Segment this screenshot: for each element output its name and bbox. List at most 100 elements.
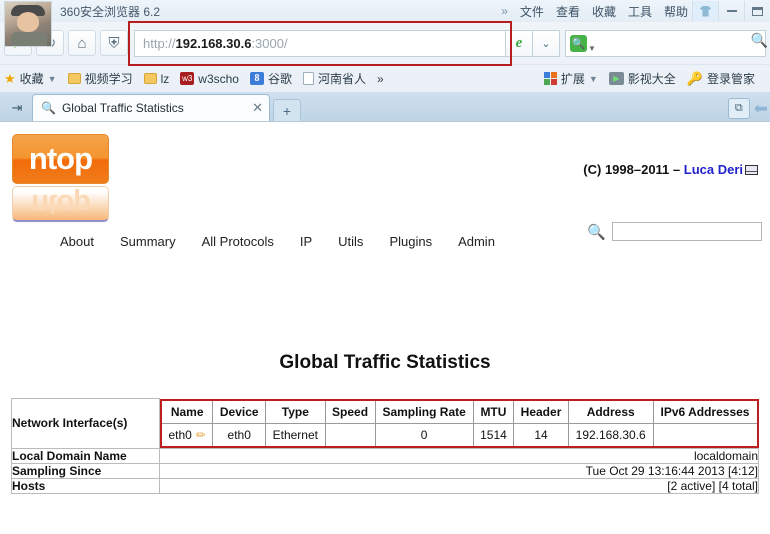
address-bar[interactable]: http://192.168.30.6:3000/ <box>134 29 506 57</box>
interfaces-cell: Name Device Type Speed Sampling Rate MTU… <box>160 398 759 449</box>
ntop-logo[interactable]: ntop ntop <box>12 134 128 222</box>
restore-tab-button[interactable]: ⧉ <box>727 98 750 119</box>
star-icon: ★ <box>4 70 16 86</box>
nav-admin[interactable]: Admin <box>458 234 495 249</box>
folder-icon <box>67 73 81 84</box>
search-submit-icon[interactable]: 🔍 <box>751 32 768 49</box>
bookmark-label: lz <box>160 71 170 86</box>
table-row-hosts: Hosts [2 active] [4 total] <box>11 477 759 494</box>
bookmarks-bar-right: 扩展 ▼ ▶ 影视大全 🔑 登录管家 <box>543 70 766 87</box>
skin-button[interactable] <box>692 1 718 21</box>
bookmarks-overflow[interactable]: » <box>377 72 384 86</box>
table-header-row: Name Device Type Speed Sampling Rate MTU… <box>160 399 759 424</box>
author-link[interactable]: Luca Deri <box>684 162 743 177</box>
tab-global-traffic-statistics[interactable]: 🔍 Global Traffic Statistics ✕ <box>32 94 270 121</box>
browser-search-box[interactable]: 🔍 ▼ <box>565 29 766 57</box>
search-icon: 🔍 <box>570 34 587 52</box>
nav-about[interactable]: About <box>60 234 94 249</box>
url-rest: :3000/ <box>251 35 288 51</box>
bookmark-google[interactable]: 8 谷歌 <box>249 70 292 87</box>
compatibility-mode-button[interactable]: e <box>506 29 533 57</box>
address-dropdown-button[interactable]: ⌄ <box>533 29 560 57</box>
new-tab-button[interactable]: + <box>273 99 301 121</box>
mail-icon[interactable] <box>745 165 758 175</box>
copyright-prefix: (C) 1998–2011 – <box>583 162 684 177</box>
title-menu: » 文件 查看 收藏 工具 帮助 <box>501 3 692 20</box>
movies-label: 影视大全 <box>627 72 676 86</box>
cell-device: eth0 <box>212 422 267 447</box>
close-icon[interactable]: ✕ <box>244 100 263 116</box>
cell-ipv6 <box>652 422 759 447</box>
bookmark-henan[interactable]: 河南省人 <box>302 70 366 87</box>
navigation-toolbar: ← ↻ ⌂ ⛨ http://192.168.30.6:3000/ e ⌄ 🔍 … <box>0 20 770 66</box>
menu-help[interactable]: 帮助 <box>664 3 688 20</box>
maximize-button[interactable] <box>744 1 770 21</box>
bookmark-label: 谷歌 <box>267 72 292 86</box>
extensions-label: 扩展 <box>560 72 585 86</box>
menu-file[interactable]: 文件 <box>520 3 544 20</box>
security-button[interactable]: ⛨ <box>100 30 128 56</box>
menu-favorites[interactable]: 收藏 <box>592 3 616 20</box>
page-icon <box>302 72 314 85</box>
home-button[interactable]: ⌂ <box>68 30 96 56</box>
table-row-interfaces: Network Interface(s) Name Device Type Sp… <box>11 398 759 449</box>
nav-ip[interactable]: IP <box>300 234 312 249</box>
chevron-down-icon[interactable]: ▼ <box>48 74 57 84</box>
bookmark-label: 视频学习 <box>84 72 133 86</box>
tab-title: Global Traffic Statistics <box>61 101 184 115</box>
nav-plugins[interactable]: Plugins <box>389 234 432 249</box>
table-row-sampling-since: Sampling Since Tue Oct 29 13:16:44 2013 … <box>11 462 759 479</box>
film-icon: ▶ <box>608 72 624 85</box>
movies-button[interactable]: ▶ 影视大全 <box>608 70 676 87</box>
browser-window: 360安全浏览器 6.2 » 文件 查看 收藏 工具 帮助 ← ↻ ⌂ ⛨ <box>0 0 770 534</box>
search-icon[interactable]: 🔍 <box>587 223 606 241</box>
w3-icon: w3 <box>180 72 195 85</box>
pencil-icon[interactable]: ✏ <box>196 428 206 442</box>
col-device: Device <box>212 399 267 424</box>
chevron-down-icon: ⌄ <box>541 37 551 50</box>
address-bar-text: http://192.168.30.6:3000/ <box>143 36 288 51</box>
col-header: Header <box>513 399 569 424</box>
global-traffic-statistics-table: Network Interface(s) Name Device Type Sp… <box>11 398 759 494</box>
arrow-left-icon[interactable]: ⬅ <box>754 99 768 119</box>
menu-tools[interactable]: 工具 <box>628 3 652 20</box>
col-type: Type <box>265 399 326 424</box>
search-engine-caret-icon[interactable]: ▼ <box>588 44 596 53</box>
bookmark-label: 河南省人 <box>317 72 366 86</box>
cell-mtu: 1514 <box>472 422 515 447</box>
minimize-button[interactable] <box>718 1 744 21</box>
browser-name: 360安全浏览器 6.2 <box>60 4 161 19</box>
search-input[interactable] <box>612 222 762 241</box>
bookmark-favorites[interactable]: ★ 收藏 ▼ <box>4 70 57 87</box>
nav-utils[interactable]: Utils <box>338 234 363 249</box>
bookmark-w3school[interactable]: w3 w3scho <box>180 72 239 86</box>
cell-name: eth0 ✏ <box>160 422 214 447</box>
address-bar-wrapper: http://192.168.30.6:3000/ <box>128 20 512 66</box>
overflow-chevron[interactable]: » <box>501 4 508 18</box>
bookmark-video-study[interactable]: 视频学习 <box>67 70 133 87</box>
shield-icon: ⛨ <box>108 34 120 52</box>
browser-chrome: 360安全浏览器 6.2 » 文件 查看 收藏 工具 帮助 ← ↻ ⌂ ⛨ <box>0 0 770 122</box>
extensions-button[interactable]: 扩展 ▼ <box>543 70 598 87</box>
tab-strip-right: ⧉ ⬅ <box>727 98 770 121</box>
cell-address: 192.168.30.6 <box>567 422 654 447</box>
user-avatar[interactable] <box>4 1 52 47</box>
nav-all-protocols[interactable]: All Protocols <box>202 234 274 249</box>
nav-summary[interactable]: Summary <box>120 234 176 249</box>
bookmark-label: w3scho <box>198 71 239 86</box>
password-manager-button[interactable]: 🔑 登录管家 <box>687 70 755 87</box>
menu-view[interactable]: 查看 <box>556 3 580 20</box>
tab-list-button[interactable]: ⇥ <box>2 94 32 121</box>
cell-sampling-rate: 0 <box>374 422 474 447</box>
avatar-body <box>11 32 47 46</box>
site-navigation: About Summary All Protocols IP Utils Plu… <box>60 234 495 249</box>
folder-icon <box>143 73 157 84</box>
site-search: 🔍 <box>587 222 762 241</box>
cell-speed <box>324 422 376 447</box>
row-value-hosts: [2 active] [4 total] <box>159 477 759 494</box>
chevron-down-icon[interactable]: ▼ <box>589 74 598 84</box>
cell-header: 14 <box>513 422 569 447</box>
col-sampling-rate: Sampling Rate <box>374 399 474 424</box>
home-icon: ⌂ <box>77 34 87 52</box>
bookmark-lz[interactable]: lz <box>143 71 170 86</box>
